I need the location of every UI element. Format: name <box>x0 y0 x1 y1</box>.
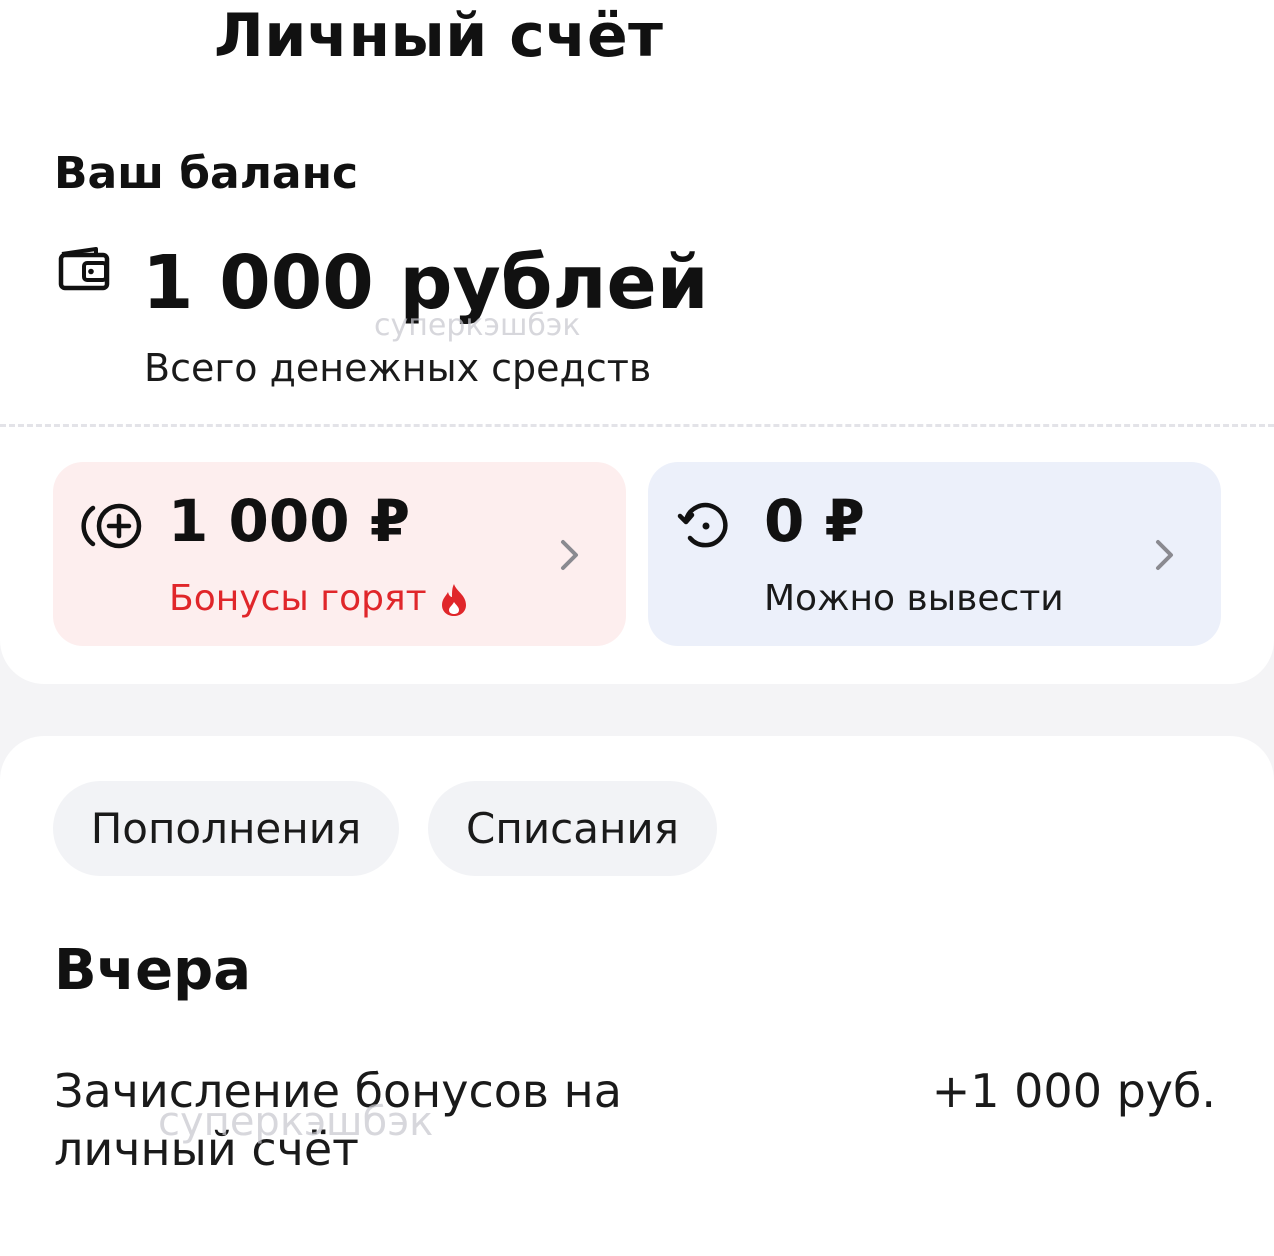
bonus-tile[interactable]: 1 000 ₽ Бонусы горят <box>53 462 626 646</box>
divider <box>0 424 1274 427</box>
withdraw-tile[interactable]: 0 ₽ Можно вывести <box>648 462 1221 646</box>
transaction-description: Зачисление бонусов на личный счёт <box>54 1064 622 1176</box>
wallet-icon <box>58 247 110 291</box>
bonus-coin-icon <box>81 503 142 549</box>
history-icon <box>677 502 728 548</box>
chevron-right-icon <box>561 540 578 570</box>
balance-amount: 1 000 рублей <box>142 240 709 326</box>
chevron-right-icon <box>1156 540 1173 570</box>
fire-icon <box>442 584 466 616</box>
transaction-amount: +1 000 руб. <box>931 1064 1216 1118</box>
balance-heading: Ваш баланс <box>54 148 359 199</box>
filter-replenish-button[interactable]: Пополнения <box>53 781 399 876</box>
filter-debit-button[interactable]: Списания <box>428 781 717 876</box>
bonus-amount: 1 000 ₽ <box>168 487 411 555</box>
withdraw-amount: 0 ₽ <box>764 487 865 555</box>
balance-subtitle: Всего денежных средств <box>144 346 652 390</box>
withdraw-label: Можно вывести <box>764 578 1064 619</box>
date-heading: Вчера <box>54 938 251 1003</box>
bonus-label: Бонусы горят <box>169 578 427 619</box>
page-title: Личный счёт <box>214 1 664 71</box>
